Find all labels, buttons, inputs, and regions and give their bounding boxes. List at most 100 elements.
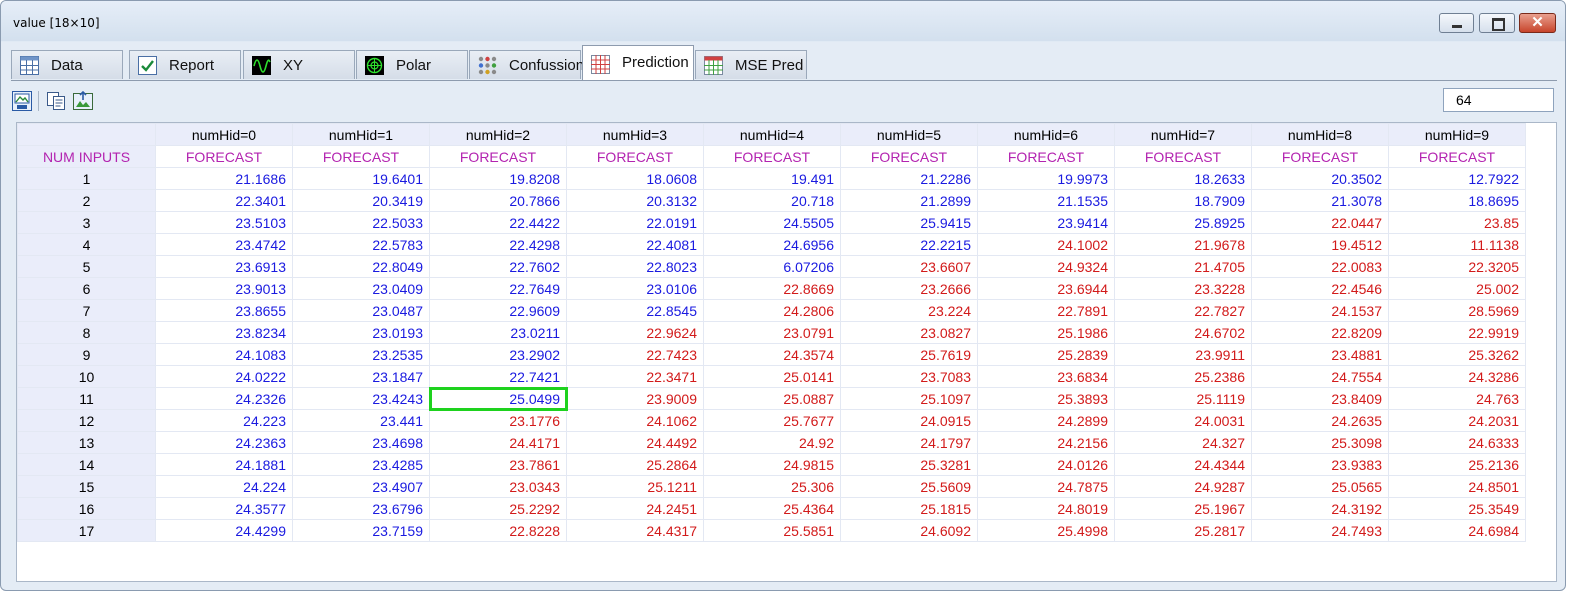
row-header[interactable]: 10 [17, 365, 156, 388]
table-cell[interactable]: 22.5033 [292, 211, 430, 234]
close-button[interactable]: ✕ [1519, 13, 1556, 33]
table-cell[interactable]: 24.1062 [566, 409, 704, 432]
table-cell[interactable]: 22.7891 [977, 299, 1115, 322]
table-cell[interactable]: 23.0106 [566, 277, 704, 300]
table-cell[interactable]: 22.4422 [429, 211, 567, 234]
table-cell[interactable]: 24.6956 [703, 233, 841, 256]
table-cell[interactable]: 24.1537 [1251, 299, 1389, 322]
table-cell[interactable]: 25.7677 [703, 409, 841, 432]
table-cell[interactable]: 23.8655 [155, 299, 293, 322]
table-cell[interactable]: 22.8209 [1251, 321, 1389, 344]
table-cell[interactable]: 18.0608 [566, 167, 704, 190]
table-cell[interactable]: 23.0211 [429, 321, 567, 344]
table-cell[interactable]: 20.3132 [566, 189, 704, 212]
table-cell[interactable]: 21.1686 [155, 167, 293, 190]
tab-polar[interactable]: Polar [356, 50, 468, 79]
table-cell[interactable]: 22.4546 [1251, 277, 1389, 300]
table-cell[interactable]: 22.7602 [429, 255, 567, 278]
row-header[interactable]: 1 [17, 167, 156, 190]
table-cell[interactable]: 23.4285 [292, 453, 430, 476]
column-header[interactable]: numHid=5 [840, 123, 978, 146]
table-cell[interactable]: 24.4171 [429, 431, 567, 454]
table-cell[interactable]: 19.8208 [429, 167, 567, 190]
table-cell[interactable]: 24.4492 [566, 431, 704, 454]
table-cell[interactable]: 25.1986 [977, 321, 1115, 344]
tab-report[interactable]: Report [129, 50, 241, 79]
table-cell[interactable]: 24.0126 [977, 453, 1115, 476]
column-header[interactable]: numHid=4 [703, 123, 841, 146]
table-cell[interactable]: 24.0031 [1114, 409, 1252, 432]
table-cell[interactable]: 20.3419 [292, 189, 430, 212]
table-cell[interactable]: 23.2666 [840, 277, 978, 300]
table-cell[interactable]: 22.9624 [566, 321, 704, 344]
table-cell[interactable]: 24.2451 [566, 497, 704, 520]
table-cell[interactable]: 18.8695 [1388, 189, 1526, 212]
table-cell[interactable]: 23.7159 [292, 519, 430, 542]
table-cell[interactable]: 23.85 [1388, 211, 1526, 234]
table-cell[interactable]: 24.8501 [1388, 475, 1526, 498]
table-cell[interactable]: 24.9324 [977, 255, 1115, 278]
table-cell[interactable]: 24.1083 [155, 343, 293, 366]
table-cell[interactable]: 23.1847 [292, 365, 430, 388]
table-cell[interactable]: 24.3574 [703, 343, 841, 366]
table-cell[interactable]: 25.4364 [703, 497, 841, 520]
table-cell[interactable]: 24.327 [1114, 431, 1252, 454]
table-cell[interactable]: 22.2215 [840, 233, 978, 256]
table-cell[interactable]: 24.2635 [1251, 409, 1389, 432]
table-cell[interactable]: 23.4742 [155, 233, 293, 256]
table-cell[interactable]: 24.1797 [840, 431, 978, 454]
table-cell[interactable]: 24.3286 [1388, 365, 1526, 388]
table-cell[interactable]: 24.2363 [155, 431, 293, 454]
table-cell[interactable]: 24.6333 [1388, 431, 1526, 454]
table-cell[interactable]: 24.7554 [1251, 365, 1389, 388]
table-cell[interactable]: 24.2326 [155, 387, 293, 410]
table-cell[interactable]: 24.0222 [155, 365, 293, 388]
row-header[interactable]: 13 [17, 431, 156, 454]
table-cell[interactable]: 24.1002 [977, 233, 1115, 256]
table-cell[interactable]: 23.4243 [292, 387, 430, 410]
row-header[interactable]: 7 [17, 299, 156, 322]
table-cell[interactable]: 22.9609 [429, 299, 567, 322]
table-cell[interactable]: 23.4907 [292, 475, 430, 498]
table-cell[interactable]: 6.07206 [703, 255, 841, 278]
table-cell[interactable]: 25.1097 [840, 387, 978, 410]
column-header[interactable]: numHid=2 [429, 123, 567, 146]
table-cell[interactable]: 24.9287 [1114, 475, 1252, 498]
table-cell[interactable]: 24.1881 [155, 453, 293, 476]
row-header[interactable]: 17 [17, 519, 156, 542]
table-cell[interactable]: 25.2292 [429, 497, 567, 520]
table-cell[interactable]: 23.0487 [292, 299, 430, 322]
row-header[interactable]: 9 [17, 343, 156, 366]
table-cell[interactable]: 23.9414 [977, 211, 1115, 234]
table-cell[interactable]: 25.0141 [703, 365, 841, 388]
table-cell[interactable]: 24.7493 [1251, 519, 1389, 542]
table-cell[interactable]: 25.2864 [566, 453, 704, 476]
table-cell[interactable]: 23.0827 [840, 321, 978, 344]
table-cell[interactable]: 24.6984 [1388, 519, 1526, 542]
table-cell[interactable]: 22.8545 [566, 299, 704, 322]
column-header[interactable]: numHid=8 [1251, 123, 1389, 146]
table-cell[interactable]: 20.3502 [1251, 167, 1389, 190]
table-cell[interactable]: 19.4512 [1251, 233, 1389, 256]
table-cell[interactable]: 24.6702 [1114, 321, 1252, 344]
table-cell[interactable]: 23.4881 [1251, 343, 1389, 366]
table-cell[interactable]: 23.6834 [977, 365, 1115, 388]
table-cell[interactable]: 25.0565 [1251, 475, 1389, 498]
table-cell[interactable]: 24.4344 [1114, 453, 1252, 476]
tab-xy[interactable]: XY [243, 50, 355, 79]
table-cell[interactable]: 24.763 [1388, 387, 1526, 410]
table-cell[interactable]: 23.9013 [155, 277, 293, 300]
table-cell[interactable]: 22.4298 [429, 233, 567, 256]
tab-confussion[interactable]: Confussion [469, 50, 584, 79]
table-cell[interactable]: 25.3549 [1388, 497, 1526, 520]
table-cell[interactable]: 23.5103 [155, 211, 293, 234]
table-cell[interactable]: 20.718 [703, 189, 841, 212]
column-header[interactable]: numHid=7 [1114, 123, 1252, 146]
copy-button[interactable] [46, 91, 66, 111]
table-cell[interactable]: 25.2839 [977, 343, 1115, 366]
table-cell[interactable]: 25.0887 [703, 387, 841, 410]
table-cell[interactable]: 22.8669 [703, 277, 841, 300]
table-cell[interactable]: 24.2806 [703, 299, 841, 322]
table-cell[interactable]: 22.3471 [566, 365, 704, 388]
table-cell[interactable]: 23.224 [840, 299, 978, 322]
